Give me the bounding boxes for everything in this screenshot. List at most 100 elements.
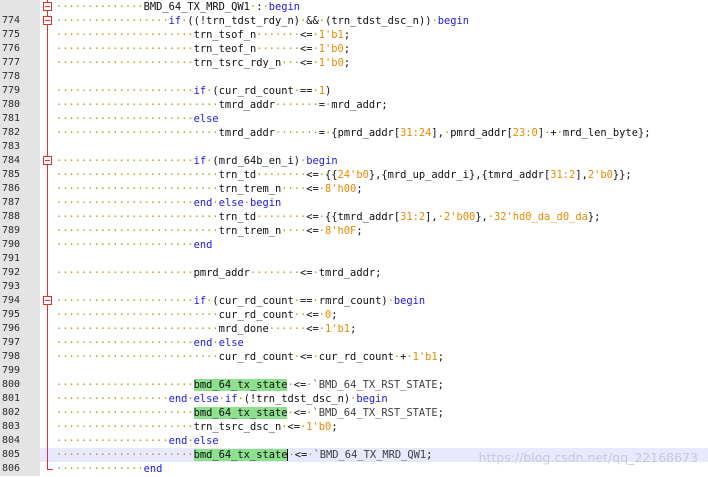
code-text[interactable]: ······················else (56, 112, 219, 126)
code-text[interactable]: ······················if·(mrd_64b_en_i)·… (56, 154, 338, 168)
fold-rail (40, 112, 56, 126)
code-token: if (193, 85, 207, 97)
code-token: begin (393, 295, 426, 307)
line-number: 775 (0, 28, 40, 42)
code-line[interactable]: 806 ··············end (0, 462, 708, 476)
code-line[interactable]: 780 ··························tmrd_addr··… (0, 98, 708, 112)
code-text[interactable]: ······················trn_teof_n·······<… (56, 42, 350, 56)
code-text[interactable]: ······················pmrd_addr········<… (56, 266, 381, 280)
code-token: ; (437, 379, 444, 391)
fold-rail (40, 434, 56, 448)
code-token: ·············· (56, 1, 144, 13)
code-line[interactable]: 804 ··················end·else (0, 434, 708, 448)
code-text[interactable]: ······················trn_tsof_n·······<… (56, 28, 350, 42)
code-editor[interactable]: ··············BMD_64_TX_MRD_QW1·:·begin 7… (0, 0, 708, 477)
code-line[interactable]: 776 ······················trn_teof_n·····… (0, 42, 708, 56)
code-text[interactable]: ··························tmrd_addr·····… (56, 126, 650, 140)
code-line[interactable]: 784 ······················if·(mrd_64b_en_… (0, 154, 708, 168)
code-token: mrd_addr (331, 99, 382, 111)
line-number: 797 (0, 336, 40, 350)
code-line[interactable]: 805 ······················bmd_64_tx_state… (0, 448, 708, 462)
code-token: `BMD_64_TX_RST_STATE (312, 407, 438, 419)
code-line[interactable]: 798 ··························cur_rd_coun… (0, 350, 708, 364)
code-text[interactable]: ··················end·else·if·(!trn_tdst… (56, 392, 388, 406)
code-text[interactable]: ··························trn_trem_n····… (56, 182, 363, 196)
fold-toggle-icon[interactable] (40, 14, 56, 28)
code-line[interactable]: 795 ··························cur_rd_coun… (0, 308, 708, 322)
line-number: 776 (0, 42, 40, 56)
code-line[interactable]: 801 ··················end·else·if·(!trn_t… (0, 392, 708, 406)
code-token: ·············· (56, 463, 144, 475)
code-text[interactable]: ······················end·else (56, 336, 244, 350)
code-line[interactable]: 786 ··························trn_trem_n·… (0, 182, 708, 196)
code-text[interactable]: ··························trn_td········… (56, 210, 600, 224)
code-text[interactable]: ··························trn_trem_n····… (56, 224, 363, 238)
code-line[interactable]: 789 ··························trn_trem_n·… (0, 224, 708, 238)
code-text[interactable]: ······················if·(cur_rd_count·=… (56, 294, 425, 308)
code-text[interactable]: ··························tmrd_addr·····… (56, 98, 388, 112)
code-token: <= (300, 351, 313, 363)
code-text[interactable]: ··············end (56, 462, 162, 476)
code-token: <= (306, 309, 319, 321)
code-line[interactable]: 792 ······················pmrd_addr······… (0, 266, 708, 280)
code-line[interactable]: 790 ······················end (0, 238, 708, 252)
code-token: ··· (281, 57, 301, 69)
code-text[interactable]: ··························cur_rd_count··… (56, 308, 338, 322)
code-text[interactable]: ······················trn_tsrc_rdy_n···<… (56, 56, 350, 70)
code-token: begin (249, 197, 282, 209)
code-text[interactable]: ······················end·else·begin (56, 196, 281, 210)
code-text[interactable]: ··················end·else (56, 434, 219, 448)
code-line[interactable]: 803 ······················trn_tsrc_dsc_n·… (0, 420, 708, 434)
code-line[interactable]: 782 ··························tmrd_addr··… (0, 126, 708, 140)
code-text[interactable]: ······················bmd_64_tx_state·<=… (56, 406, 444, 420)
code-token: mrd_64b_en_i (218, 155, 294, 167)
code-line[interactable]: ··············BMD_64_TX_MRD_QW1·:·begin (0, 0, 708, 14)
fold-toggle-icon[interactable] (40, 154, 56, 168)
code-line[interactable]: 777 ······················trn_tsrc_rdy_n·… (0, 56, 708, 70)
code-line[interactable]: 778 (0, 70, 708, 84)
code-text[interactable]: ······················if·(cur_rd_count·=… (56, 84, 331, 98)
code-token: pmrd_addr (450, 127, 507, 139)
fold-toggle-icon[interactable] (40, 294, 56, 308)
line-number: 805 (0, 448, 40, 462)
code-token: },{ (368, 169, 388, 181)
code-token: 31:2 (400, 211, 426, 223)
code-line[interactable]: 797 ······················end·else (0, 336, 708, 350)
code-line[interactable]: 791 (0, 252, 708, 266)
code-line[interactable]: 796 ··························mrd_done···… (0, 322, 708, 336)
code-token: {{ (325, 169, 338, 181)
code-text[interactable]: ··························trn_td········… (56, 168, 632, 182)
code-token: ; (343, 57, 351, 69)
code-line[interactable]: 794 ······················if·(cur_rd_coun… (0, 294, 708, 308)
line-number: 777 (0, 56, 40, 70)
code-line[interactable]: 775 ······················trn_tsof_n·····… (0, 28, 708, 42)
code-line[interactable]: 785 ··························trn_td·····… (0, 168, 708, 182)
code-text[interactable]: ··············BMD_64_TX_MRD_QW1·:·begin (56, 0, 300, 14)
code-token: tmrd_addr (487, 169, 545, 181)
code-token: 2'b00 (443, 211, 476, 223)
code-line[interactable]: 781 ······················else (0, 112, 708, 126)
code-text[interactable]: ··························mrd_done······… (56, 322, 356, 336)
code-line[interactable]: 788 ··························trn_td·····… (0, 210, 708, 224)
code-line[interactable]: 802 ······················bmd_64_tx_state… (0, 406, 708, 420)
code-line[interactable]: 800 ······················bmd_64_tx_state… (0, 378, 708, 392)
code-token: ; (350, 323, 357, 335)
code-line[interactable]: 799 (0, 364, 708, 378)
code-text[interactable]: ······················end (56, 238, 212, 252)
code-line[interactable]: 783 (0, 140, 708, 154)
line-number: 784 (0, 154, 40, 168)
code-text[interactable]: ······················bmd_64_tx_state·<=… (56, 378, 444, 392)
code-text[interactable]: ······················bmd_64_tx_state·<=… (56, 448, 432, 462)
code-line[interactable]: 779 ······················if·(cur_rd_coun… (0, 84, 708, 98)
line-number: 781 (0, 112, 40, 126)
code-text[interactable]: ··················if·((!trn_tdst_rdy_n)·… (56, 14, 469, 28)
code-token: ·························· (56, 127, 219, 139)
code-line[interactable]: 774 ··················if·((!trn_tdst_rdy_… (0, 14, 708, 28)
code-token: end (168, 435, 188, 447)
code-text[interactable]: ··························cur_rd_count·<… (56, 350, 444, 364)
code-text[interactable]: ······················trn_tsrc_dsc_n·<=·… (56, 420, 338, 434)
code-token: 1'b0 (306, 421, 332, 433)
fold-toggle-icon[interactable] (40, 0, 56, 14)
code-line[interactable]: 793 (0, 280, 708, 294)
code-line[interactable]: 787 ······················end·else·begin (0, 196, 708, 210)
